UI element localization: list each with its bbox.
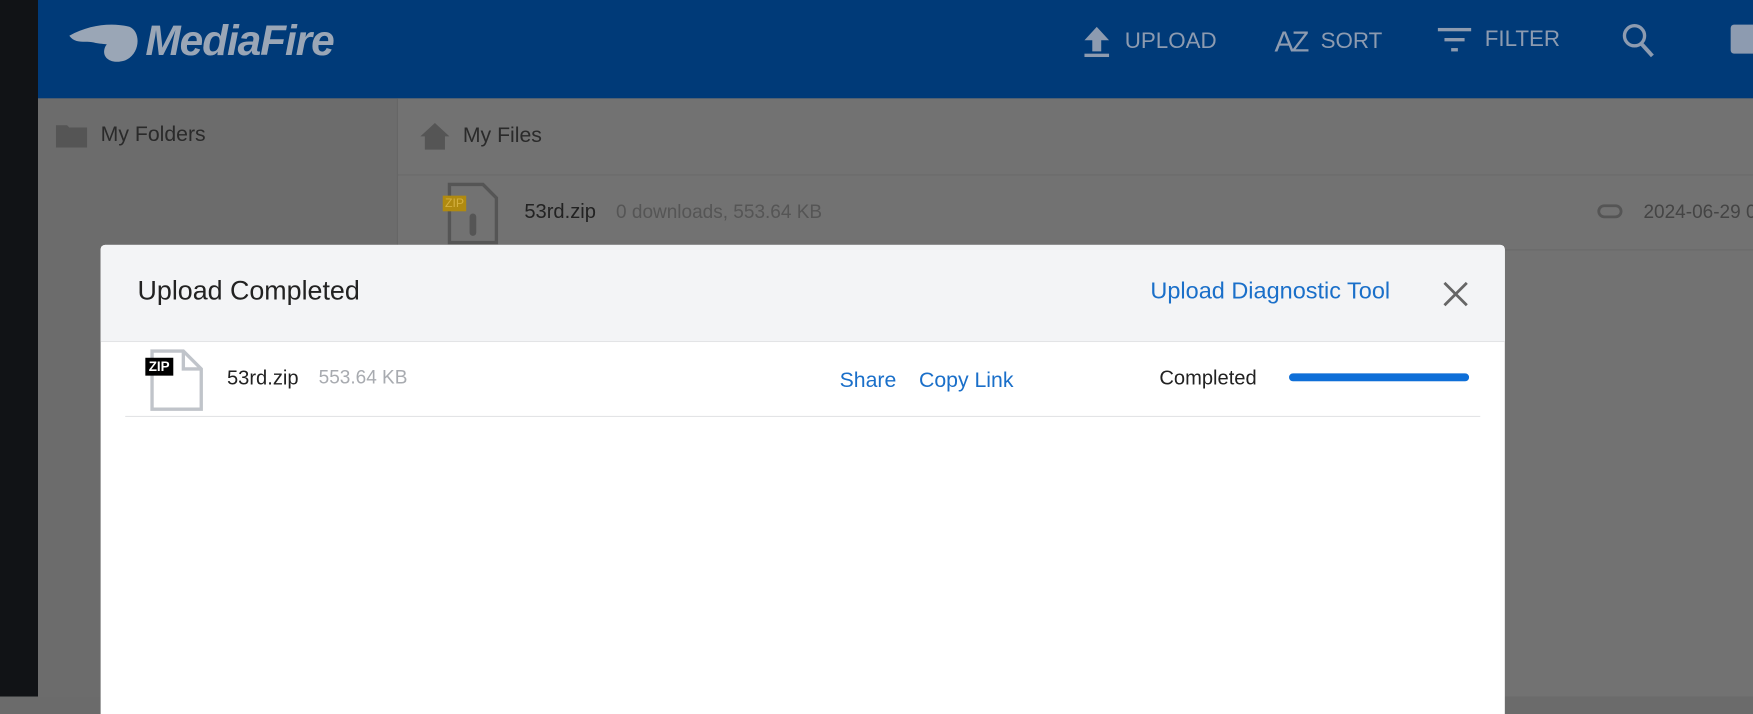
upload-progress-bar (1289, 373, 1470, 382)
my-folders-item[interactable]: My Folders (55, 122, 206, 148)
sort-az-icon: AZ (1274, 24, 1310, 59)
left-dark-sidebar (0, 0, 39, 697)
upload-button[interactable]: UPLOAD (1082, 25, 1217, 59)
logo-text: MediaFire (145, 17, 334, 65)
zip-badge: ZIP (145, 357, 173, 376)
zip-file-icon: ZIP (145, 349, 206, 412)
dialog-header: Upload Completed Upload Diagnostic Tool (100, 244, 1505, 343)
link-icon[interactable] (1597, 202, 1624, 220)
zip-file-icon: ZIP (442, 182, 499, 245)
upload-progress-fill (1289, 373, 1470, 382)
filter-button[interactable]: FILTER (1437, 25, 1561, 54)
upload-item-row: ZIP 53rd.zip 553.64 KB Share Copy Link C… (125, 342, 1481, 418)
file-meta: 0 downloads, 553.64 KB (616, 201, 823, 223)
flame-icon (69, 24, 138, 62)
upload-file-size: 553.64 KB (318, 366, 408, 388)
search-button[interactable] (1621, 22, 1655, 58)
home-icon (420, 122, 450, 150)
sort-button[interactable]: AZ SORT (1275, 25, 1383, 60)
my-folders-label: My Folders (100, 122, 206, 147)
file-row[interactable]: ZIP 53rd.zip 0 downloads, 553.64 KB 2024… (398, 174, 1753, 251)
search-icon (1622, 24, 1654, 58)
upload-icon (1084, 26, 1110, 58)
upload-diagnostic-tool-link[interactable]: Upload Diagnostic Tool (1150, 278, 1390, 305)
upload-completed-dialog: Upload Completed Upload Diagnostic Tool … (100, 244, 1505, 714)
zip-badge: ZIP (442, 195, 467, 212)
file-name[interactable]: 53rd.zip (524, 200, 596, 223)
sort-label: SORT (1320, 29, 1383, 54)
close-icon[interactable] (1442, 281, 1469, 308)
upload-file-name: 53rd.zip (226, 366, 299, 390)
upload-label: UPLOAD (1124, 28, 1217, 54)
share-link[interactable]: Share (840, 369, 897, 394)
mediafire-logo[interactable]: MediaFire (67, 17, 335, 66)
file-date: 2024-06-29 0 (1643, 201, 1753, 223)
dialog-title: Upload Completed (137, 276, 360, 307)
filter-label: FILTER (1484, 26, 1561, 51)
breadcrumb[interactable]: My Files (420, 122, 542, 150)
filter-icon (1437, 27, 1472, 52)
breadcrumb-my-files: My Files (462, 124, 542, 148)
folder-icon (55, 125, 88, 148)
copy-link[interactable]: Copy Link (919, 369, 1013, 394)
upload-status: Completed (1159, 366, 1257, 390)
new-folder-icon[interactable] (1730, 24, 1753, 54)
